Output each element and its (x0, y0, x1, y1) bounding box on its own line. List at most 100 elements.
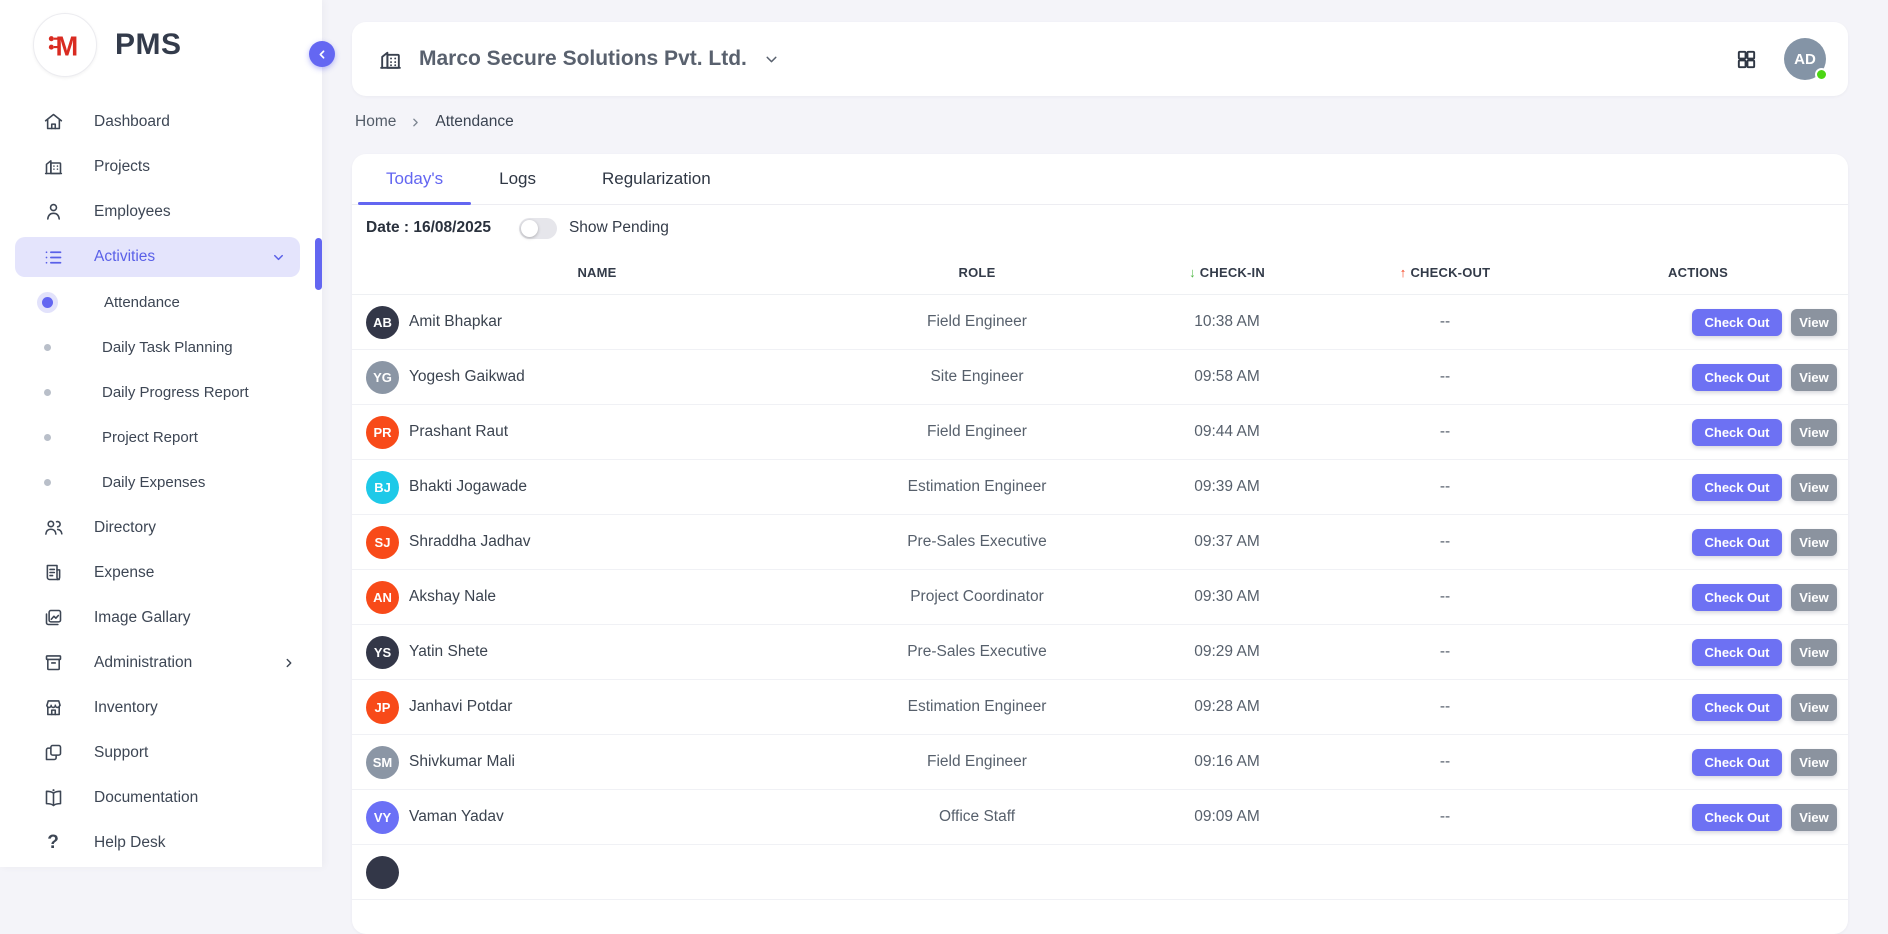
breadcrumb-home-link[interactable]: Home (355, 113, 396, 131)
filter-row: Date : 16/08/2025 Show Pending (352, 205, 1848, 251)
view-button[interactable]: View (1791, 364, 1837, 391)
question-mark-icon: ? (42, 832, 64, 854)
employee-role: Project Coordinator (842, 588, 1112, 606)
sidebar-item-directory[interactable]: Directory (0, 505, 322, 550)
company-selector[interactable]: Marco Secure Solutions Pvt. Ltd. (378, 47, 780, 72)
check-out-button[interactable]: Check Out (1692, 639, 1782, 666)
svg-text:M: M (56, 30, 79, 61)
sidebar-item-administration[interactable]: Administration (0, 640, 322, 685)
sidebar-item-expense[interactable]: Expense (0, 550, 322, 595)
column-header-check-in[interactable]: ↓ CHECK-IN (1112, 265, 1342, 280)
sidebar-subitem-label: Project Report (102, 429, 198, 446)
check-out-button[interactable]: Check Out (1692, 584, 1782, 611)
check-in-time: 09:44 AM (1112, 423, 1342, 441)
building-icon (42, 156, 64, 178)
list-icon (42, 246, 64, 268)
tab-todays[interactable]: Today's (358, 154, 471, 204)
view-button[interactable]: View (1791, 804, 1837, 831)
sidebar-item-help-desk[interactable]: ? Help Desk (0, 820, 322, 865)
employee-role: Estimation Engineer (842, 478, 1112, 496)
column-header-check-out[interactable]: ↑ CHECK-OUT (1342, 265, 1548, 280)
view-button[interactable]: View (1791, 584, 1837, 611)
check-out-button[interactable]: Check Out (1692, 309, 1782, 336)
sidebar-item-activities[interactable]: Activities (15, 237, 300, 277)
sidebar-subitem-label: Daily Expenses (102, 474, 205, 491)
sidebar-item-image-gallary[interactable]: Image Gallary (0, 595, 322, 640)
user-avatar[interactable]: AD (1784, 38, 1826, 80)
sidebar-item-documentation[interactable]: Documentation (0, 775, 322, 820)
sidebar-item-dashboard[interactable]: Dashboard (0, 99, 322, 144)
employee-name: Amit Bhapkar (409, 313, 502, 331)
logo: M PMS (33, 13, 182, 77)
sidebar-item-label: Activities (94, 248, 155, 266)
employee-role: Field Engineer (842, 313, 1112, 331)
user-avatar-initials: AD (1794, 51, 1816, 68)
avatar: PR (366, 416, 399, 449)
company-building-icon (378, 47, 403, 72)
view-button[interactable]: View (1791, 694, 1837, 721)
view-button[interactable]: View (1791, 419, 1837, 446)
check-out-button[interactable]: Check Out (1692, 364, 1782, 391)
sidebar-item-label: Image Gallary (94, 609, 190, 627)
check-out-button[interactable]: Check Out (1692, 694, 1782, 721)
table-row: SJ Shraddha Jadhav Pre-Sales Executive 0… (352, 515, 1848, 570)
table-row: JP Janhavi Potdar Estimation Engineer 09… (352, 680, 1848, 735)
sidebar-subitem-daily-task-planning[interactable]: Daily Task Planning (0, 325, 322, 370)
check-out-time: -- (1342, 698, 1548, 716)
date-label: Date : 16/08/2025 (366, 219, 491, 237)
employee-name: Prashant Raut (409, 423, 508, 441)
sidebar-item-employees[interactable]: Employees (0, 189, 322, 234)
sidebar-nav: Dashboard Projects Employees Activities (0, 99, 322, 865)
sidebar-item-label: Employees (94, 203, 171, 221)
check-in-time: 09:58 AM (1112, 368, 1342, 386)
check-out-button[interactable]: Check Out (1692, 474, 1782, 501)
check-out-button[interactable]: Check Out (1692, 419, 1782, 446)
sidebar-item-label: Documentation (94, 789, 198, 807)
check-out-button[interactable]: Check Out (1692, 804, 1782, 831)
sort-down-arrow-icon: ↓ (1189, 265, 1196, 280)
top-header: Marco Secure Solutions Pvt. Ltd. AD (352, 22, 1848, 96)
sidebar-subitem-project-report[interactable]: Project Report (0, 415, 322, 460)
tab-logs[interactable]: Logs (471, 154, 564, 204)
dot-icon (44, 344, 51, 351)
copy-icon (42, 742, 64, 764)
view-button[interactable]: View (1791, 749, 1837, 776)
sidebar-subitem-attendance[interactable]: Attendance (0, 280, 322, 325)
sidebar-item-support[interactable]: Support (0, 730, 322, 775)
sidebar-subitem-daily-progress-report[interactable]: Daily Progress Report (0, 370, 322, 415)
sidebar-item-label: Dashboard (94, 113, 170, 131)
show-pending-toggle[interactable] (519, 218, 557, 239)
employee-name: Janhavi Potdar (409, 698, 512, 716)
archive-box-icon (42, 652, 64, 674)
employee-role: Field Engineer (842, 423, 1112, 441)
table-row: VY Vaman Yadav Office Staff 09:09 AM -- … (352, 790, 1848, 845)
sidebar-collapse-button[interactable] (309, 41, 335, 67)
table-body: AB Amit Bhapkar Field Engineer 10:38 AM … (352, 295, 1848, 845)
check-out-time: -- (1342, 423, 1548, 441)
dot-icon (44, 389, 51, 396)
active-menu-indicator (315, 238, 322, 290)
sidebar-item-projects[interactable]: Projects (0, 144, 322, 189)
view-button[interactable]: View (1791, 529, 1837, 556)
view-button[interactable]: View (1791, 309, 1837, 336)
check-out-button[interactable]: Check Out (1692, 749, 1782, 776)
sidebar-subitem-label: Attendance (104, 294, 180, 311)
avatar: YG (366, 361, 399, 394)
table-row: SM Shivkumar Mali Field Engineer 09:16 A… (352, 735, 1848, 790)
check-in-time: 09:29 AM (1112, 643, 1342, 661)
table-row: AB Amit Bhapkar Field Engineer 10:38 AM … (352, 295, 1848, 350)
sidebar-item-label: Projects (94, 158, 150, 176)
sidebar-subitem-daily-expenses[interactable]: Daily Expenses (0, 460, 322, 505)
view-button[interactable]: View (1791, 639, 1837, 666)
employee-name: Vaman Yadav (409, 808, 504, 826)
apps-grid-icon[interactable] (1735, 48, 1758, 71)
view-button[interactable]: View (1791, 474, 1837, 501)
check-in-time: 09:28 AM (1112, 698, 1342, 716)
check-out-button[interactable]: Check Out (1692, 529, 1782, 556)
tab-regularization[interactable]: Regularization (574, 154, 739, 204)
sort-up-arrow-icon: ↑ (1400, 265, 1407, 280)
book-icon (42, 787, 64, 809)
check-out-time: -- (1342, 533, 1548, 551)
sidebar-item-inventory[interactable]: Inventory (0, 685, 322, 730)
check-out-time: -- (1342, 643, 1548, 661)
